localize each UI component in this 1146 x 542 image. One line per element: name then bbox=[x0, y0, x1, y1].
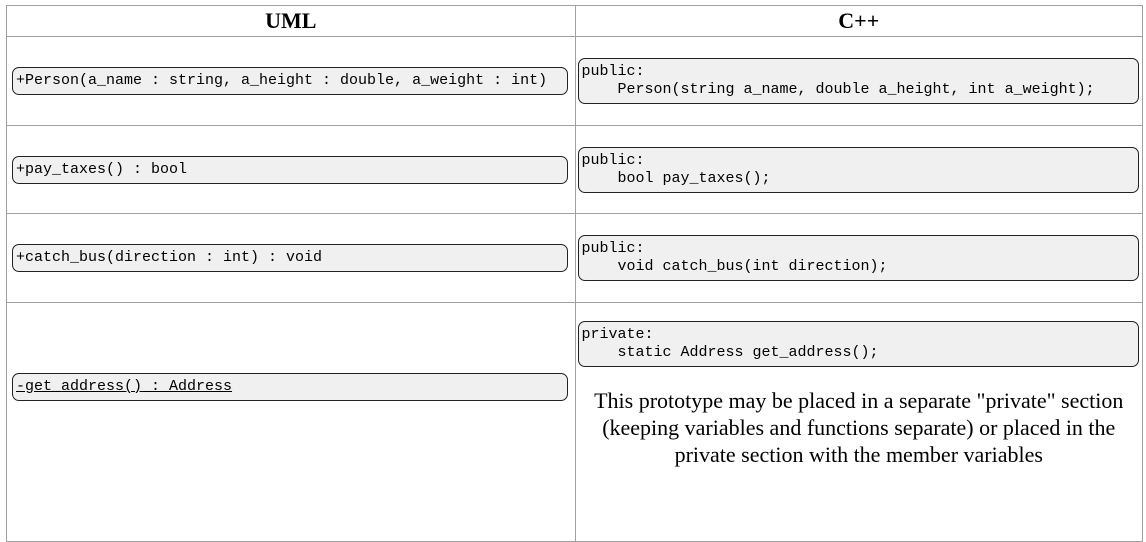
uml-signature-static: -get_address() : Address bbox=[12, 373, 568, 401]
cpp-column-header: C++ bbox=[574, 5, 1143, 37]
cpp-access-specifier: public: bbox=[581, 151, 645, 169]
uml-static-signature-text: -get_address() : Address bbox=[16, 378, 233, 395]
table-row: +catch_bus(direction : int) : void publi… bbox=[6, 213, 1143, 303]
table-row: +pay_taxes() : bool public: bool pay_taxe… bbox=[6, 125, 1143, 214]
uml-cell: +pay_taxes() : bool bbox=[6, 125, 576, 214]
uml-signature: +catch_bus(direction : int) : void bbox=[12, 244, 568, 272]
comparison-table: UML C++ +Person(a_name : string, a_heigh… bbox=[6, 5, 1143, 542]
cpp-cell: public: bool pay_taxes(); bbox=[574, 125, 1143, 214]
cpp-cell: public: Person(string a_name, double a_he… bbox=[574, 36, 1143, 126]
cpp-cell: public: void catch_bus(int direction); bbox=[574, 213, 1143, 303]
cpp-access-specifier: public: bbox=[581, 63, 645, 80]
uml-signature: +pay_taxes() : bool bbox=[12, 155, 568, 184]
uml-column-header: UML bbox=[6, 5, 576, 37]
placement-note: This prototype may be placed in a separa… bbox=[594, 388, 1124, 467]
cpp-code-block: private: static Address get_address(); bbox=[577, 321, 1139, 367]
cpp-access-specifier: public: bbox=[581, 240, 645, 257]
table-row: -get_address() : Address private: static … bbox=[6, 302, 1143, 542]
table-header-row: UML C++ bbox=[6, 5, 1143, 37]
cpp-access-specifier: private: bbox=[581, 326, 654, 343]
uml-signature: +Person(a_name : string, a_height : doub… bbox=[12, 67, 568, 95]
cpp-declaration: Person(string a_name, double a_height, i… bbox=[617, 81, 1095, 98]
uml-cell: -get_address() : Address bbox=[6, 302, 576, 542]
cpp-code-block: public: bool pay_taxes(); bbox=[577, 146, 1139, 193]
cpp-declaration: static Address get_address(); bbox=[617, 344, 879, 361]
cpp-declaration: void catch_bus(int direction); bbox=[617, 258, 888, 275]
cpp-code-block: public: Person(string a_name, double a_he… bbox=[577, 58, 1139, 104]
cpp-declaration: bool pay_taxes(); bbox=[617, 169, 771, 187]
uml-cell: +catch_bus(direction : int) : void bbox=[6, 213, 576, 303]
table-row: +Person(a_name : string, a_height : doub… bbox=[6, 36, 1143, 126]
cpp-code-block: public: void catch_bus(int direction); bbox=[577, 235, 1139, 281]
uml-cell: +Person(a_name : string, a_height : doub… bbox=[6, 36, 576, 126]
uml-cpp-comparison: UML C++ +Person(a_name : string, a_heigh… bbox=[6, 5, 1143, 542]
cpp-cell: private: static Address get_address(); Th… bbox=[574, 302, 1143, 542]
